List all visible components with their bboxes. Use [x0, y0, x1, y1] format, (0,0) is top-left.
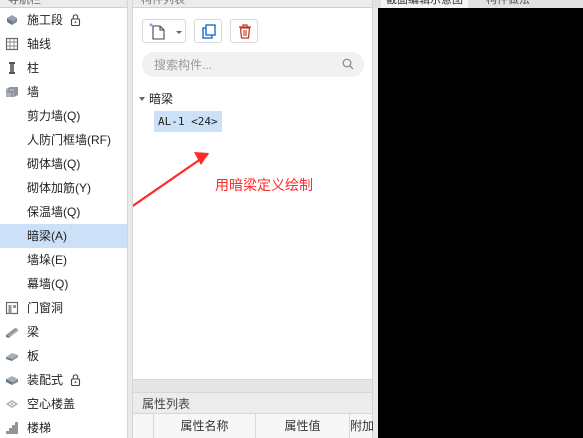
nav-item-label: 楼梯 — [27, 421, 52, 435]
nav-item[interactable]: 楼梯 — [0, 416, 127, 438]
tab-component-method[interactable]: 构件做法 — [481, 0, 535, 8]
nav-item[interactable]: 梁 — [0, 320, 127, 344]
prefab-icon — [6, 376, 18, 385]
nav-item[interactable]: 人防门框墙(RF) — [0, 128, 127, 152]
nav-item-label: 空心楼盖 — [27, 397, 76, 411]
lock-icon[interactable] — [70, 14, 81, 26]
properties-title: 属性列表 — [133, 392, 372, 414]
annotation-arrow — [133, 152, 209, 208]
nav-item-label: 幕墙(Q) — [27, 277, 69, 291]
slab-icon — [6, 353, 18, 361]
wall-icon — [6, 87, 18, 97]
annotation-text: 用暗梁定义绘制 — [215, 177, 313, 193]
nav-item[interactable]: 砌体加筋(Y) — [0, 176, 127, 200]
right-tab-bar: 截面编辑示意图 构件做法 — [373, 0, 583, 8]
column-header-value[interactable]: 属性值 — [256, 414, 350, 438]
nav-item-label: 施工段 — [27, 13, 64, 27]
nav-item-label: 保温墙(Q) — [27, 205, 81, 219]
nav-item[interactable]: 墙 — [0, 80, 127, 104]
nav-item-label: 轴线 — [27, 37, 52, 51]
nav-item-label: 墙垛(E) — [27, 253, 67, 267]
nav-item-label: 装配式 — [27, 373, 64, 387]
door-window-icon — [5, 301, 19, 315]
nav-item[interactable]: 轴线 — [0, 32, 127, 56]
nav-item[interactable]: 墙垛(E) — [0, 248, 127, 272]
nav-item-label: 门窗洞 — [27, 301, 64, 315]
nav-item[interactable]: 装配式 — [0, 368, 127, 392]
nav-item-label: 板 — [27, 349, 40, 363]
nav-item[interactable]: 施工段 — [0, 8, 127, 32]
nav-item-label: 剪力墙(Q) — [27, 109, 81, 123]
stair-icon — [6, 422, 18, 434]
column-icon — [9, 62, 15, 74]
nav-item-label: 人防门框墙(RF) — [27, 133, 111, 147]
nav-item[interactable]: 板 — [0, 344, 127, 368]
nav-item[interactable]: 门窗洞 — [0, 296, 127, 320]
row-index-header — [133, 414, 154, 438]
column-header-name[interactable]: 属性名称 — [154, 414, 256, 438]
nav-item[interactable]: 幕墙(Q) — [0, 272, 127, 296]
nav-item[interactable]: 空心楼盖 — [0, 392, 127, 416]
construction-section-icon — [7, 15, 17, 25]
nav-item-label: 砌体墙(Q) — [27, 157, 81, 171]
nav-item-label: 暗梁(A) — [27, 229, 67, 243]
nav-tree: 施工段轴线柱墙剪力墙(Q) 人防门框墙(RF) 砌体墙(Q) 砌体加筋(Y) 保温墙(Q… — [0, 8, 127, 438]
nav-item[interactable]: 剪力墙(Q) — [0, 104, 127, 128]
nav-item[interactable]: 保温墙(Q) — [0, 200, 127, 224]
column-header-extra[interactable]: 附加 — [350, 414, 374, 438]
nav-item-label: 砌体加筋(Y) — [27, 181, 91, 195]
lock-icon[interactable] — [70, 374, 81, 386]
nav-item[interactable]: 柱 — [0, 56, 127, 80]
nav-item[interactable]: 暗梁(A) — [0, 224, 127, 248]
tab-section-diagram[interactable]: 截面编辑示意图 — [381, 0, 468, 8]
nav-item-label: 柱 — [27, 61, 40, 75]
nav-header-label: 导航栏 — [8, 0, 41, 6]
component-list-panel: 构件列表 * 搜索构件... 暗梁 AL-1 <24> 用暗梁定义绘制 属性列表… — [132, 0, 374, 438]
grid-axis-icon — [5, 37, 19, 51]
properties-panel: 属性列表 属性名称 属性值 附加 — [133, 379, 374, 438]
nav-item-label: 墙 — [27, 85, 40, 99]
hollow-floor-icon — [6, 400, 18, 408]
horizontal-scrollbar[interactable] — [133, 379, 372, 392]
navigation-panel: 导航栏 施工段轴线柱墙剪力墙(Q) 人防门框墙(RF) 砌体墙(Q) 砌体加筋(Y) 保… — [0, 0, 128, 438]
nav-item[interactable]: 砌体墙(Q) — [0, 152, 127, 176]
nav-header: 导航栏 — [0, 0, 127, 8]
nav-item-label: 梁 — [27, 325, 40, 339]
drawing-canvas[interactable] — [378, 8, 583, 438]
properties-table-header: 属性名称 属性值 附加 — [133, 414, 374, 438]
beam-icon — [6, 328, 18, 338]
